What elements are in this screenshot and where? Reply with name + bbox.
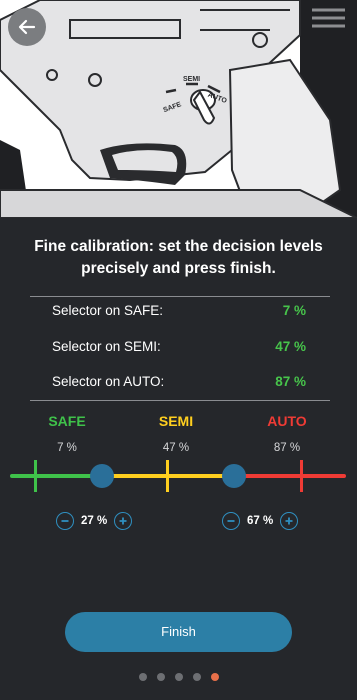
semi-level-marker xyxy=(166,460,169,492)
rifle-illustration: SAFE SEMI AUTO xyxy=(0,0,357,218)
page-indicator xyxy=(0,673,357,681)
plus-icon xyxy=(119,517,127,525)
reading-label: Selector on AUTO: xyxy=(52,373,165,389)
zone-pct-auto: 87 % xyxy=(273,442,301,454)
zone-pct-safe: 7 % xyxy=(57,442,77,454)
threshold-handle-semi-auto[interactable] xyxy=(222,464,246,488)
zone-label-auto: AUTO xyxy=(267,413,307,429)
back-button[interactable] xyxy=(8,8,46,46)
safe-level-marker xyxy=(34,460,37,492)
threshold-handle-safe-semi[interactable] xyxy=(90,464,114,488)
reading-value: 87 % xyxy=(275,373,306,389)
reading-value: 7 % xyxy=(282,302,306,318)
divider-top xyxy=(30,296,330,297)
page-dot[interactable] xyxy=(138,673,147,681)
selector-semi-label: SEMI xyxy=(183,76,200,83)
divider-bottom xyxy=(30,400,330,401)
threshold-value: 27 % xyxy=(81,515,108,527)
threshold-stepper-2: 67 % xyxy=(222,510,299,532)
zone-label-safe: SAFE xyxy=(48,413,86,429)
reading-value: 47 % xyxy=(275,338,306,354)
threshold-value: 67 % xyxy=(247,515,274,527)
reading-row-semi: Selector on SEMI: 47 % xyxy=(52,336,306,356)
finish-button[interactable]: Finish xyxy=(65,612,292,652)
reading-label: Selector on SEMI: xyxy=(52,338,161,354)
calibration-title: Fine calibration: set the decision level… xyxy=(34,238,323,277)
slider-track-safe xyxy=(10,474,102,478)
increase-button[interactable] xyxy=(280,512,299,530)
plus-icon xyxy=(285,517,293,525)
page-dot[interactable] xyxy=(156,673,165,681)
threshold-slider[interactable] xyxy=(0,455,357,499)
reading-row-auto: Selector on AUTO: 87 % xyxy=(52,371,306,391)
page-dot[interactable] xyxy=(192,673,201,681)
decrease-button[interactable] xyxy=(56,512,74,530)
reading-label: Selector on SAFE: xyxy=(52,302,164,318)
threshold-stepper-1: 27 % xyxy=(56,510,133,532)
zone-pct-semi: 47 % xyxy=(162,442,190,454)
auto-level-marker xyxy=(300,460,303,492)
arrow-left-icon xyxy=(18,19,36,35)
minus-icon xyxy=(227,520,235,522)
page-dot-active[interactable] xyxy=(210,673,219,681)
rifle-lower-receiver-drawing: SAFE SEMI AUTO xyxy=(0,0,357,218)
increase-button[interactable] xyxy=(114,512,133,530)
minus-icon xyxy=(61,520,69,522)
page-dot[interactable] xyxy=(174,673,183,681)
reading-row-safe: Selector on SAFE: 7 % xyxy=(52,300,306,320)
slider-track-auto xyxy=(234,474,346,478)
decrease-button[interactable] xyxy=(222,512,240,530)
zone-label-semi: SEMI xyxy=(158,413,194,429)
